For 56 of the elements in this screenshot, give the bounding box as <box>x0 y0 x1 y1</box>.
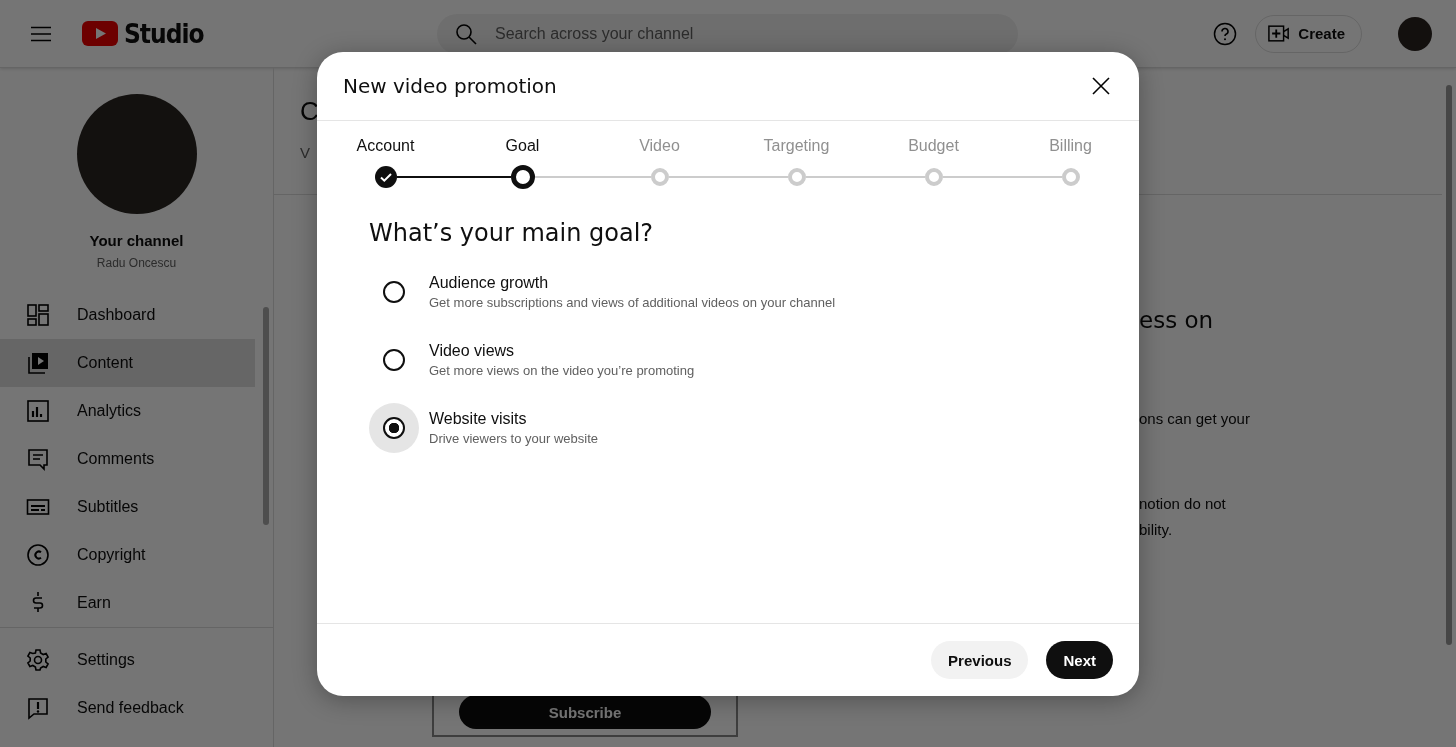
option-description: Get more views on the video you’re promoting <box>429 363 695 378</box>
settings-icon <box>26 648 50 672</box>
comment-icon <box>26 447 50 471</box>
nav-item[interactable]: Comments <box>0 435 255 483</box>
nav-item[interactable]: Subtitles <box>0 483 255 531</box>
body-text: notion do not <box>1139 494 1227 514</box>
feedback-icon <box>26 696 50 720</box>
nav-item[interactable]: Earn <box>0 579 255 627</box>
search-field[interactable]: Search across your channel <box>437 13 1018 54</box>
channel-name: Radu Oncescu <box>96 256 177 270</box>
nav-item[interactable]: Settings <box>0 636 265 684</box>
bar-chart-icon <box>26 399 50 423</box>
body-text: ons can get your <box>1139 409 1250 429</box>
logo-text: Studio <box>124 18 204 49</box>
step-label: Video <box>639 137 680 156</box>
promo-heading: ess on <box>1139 307 1215 333</box>
goal-question: What’s your main goal? <box>369 219 655 247</box>
copyright-icon <box>26 543 50 567</box>
step-label: Billing <box>1049 137 1092 156</box>
video-plus-icon <box>1268 25 1291 42</box>
step-label: Goal <box>505 137 540 156</box>
step-label: Account <box>356 137 415 156</box>
scrollbar-thumb[interactable] <box>263 307 269 525</box>
nav-item[interactable]: Analytics <box>0 387 255 435</box>
dashboard-icon <box>26 303 50 327</box>
step-label: Targeting <box>763 137 830 156</box>
close-icon[interactable] <box>1091 76 1111 96</box>
subscribe-button[interactable]: Subscribe <box>459 695 711 729</box>
dialog-title: New video promotion <box>343 74 557 98</box>
nav-item[interactable]: Content <box>0 339 255 387</box>
option-title: Video views <box>429 342 516 360</box>
radio-button[interactable] <box>383 349 405 371</box>
account-avatar[interactable] <box>1398 16 1432 51</box>
page-tab[interactable]: V <box>300 144 310 161</box>
nav-item[interactable]: Send feedback <box>0 684 265 732</box>
option-title: Audience growth <box>429 274 550 292</box>
radio-button[interactable] <box>383 417 405 439</box>
channel-title: Your channel <box>89 232 184 249</box>
create-button[interactable]: Create <box>1255 14 1362 53</box>
radio-button[interactable] <box>383 281 405 303</box>
play-logo-icon <box>82 21 118 46</box>
body-text: bility. <box>1139 520 1174 540</box>
next-button[interactable]: Next <box>1046 641 1113 679</box>
play-stack-icon <box>26 351 50 375</box>
search-icon <box>455 22 477 45</box>
previous-button[interactable]: Previous <box>931 641 1029 679</box>
menu-icon[interactable] <box>30 25 52 42</box>
option-description: Get more subscriptions and views of additional videos on your channel <box>429 295 836 310</box>
nav-item[interactable]: Copyright <box>0 531 255 579</box>
option-description: Drive viewers to your website <box>429 431 599 446</box>
help-icon[interactable] <box>1213 21 1238 46</box>
step-label: Budget <box>908 137 959 156</box>
page-heading: C <box>300 96 320 128</box>
option-title: Website visits <box>429 410 528 428</box>
page-scrollbar[interactable] <box>1446 85 1452 645</box>
nav-item[interactable]: Dashboard <box>0 291 255 339</box>
